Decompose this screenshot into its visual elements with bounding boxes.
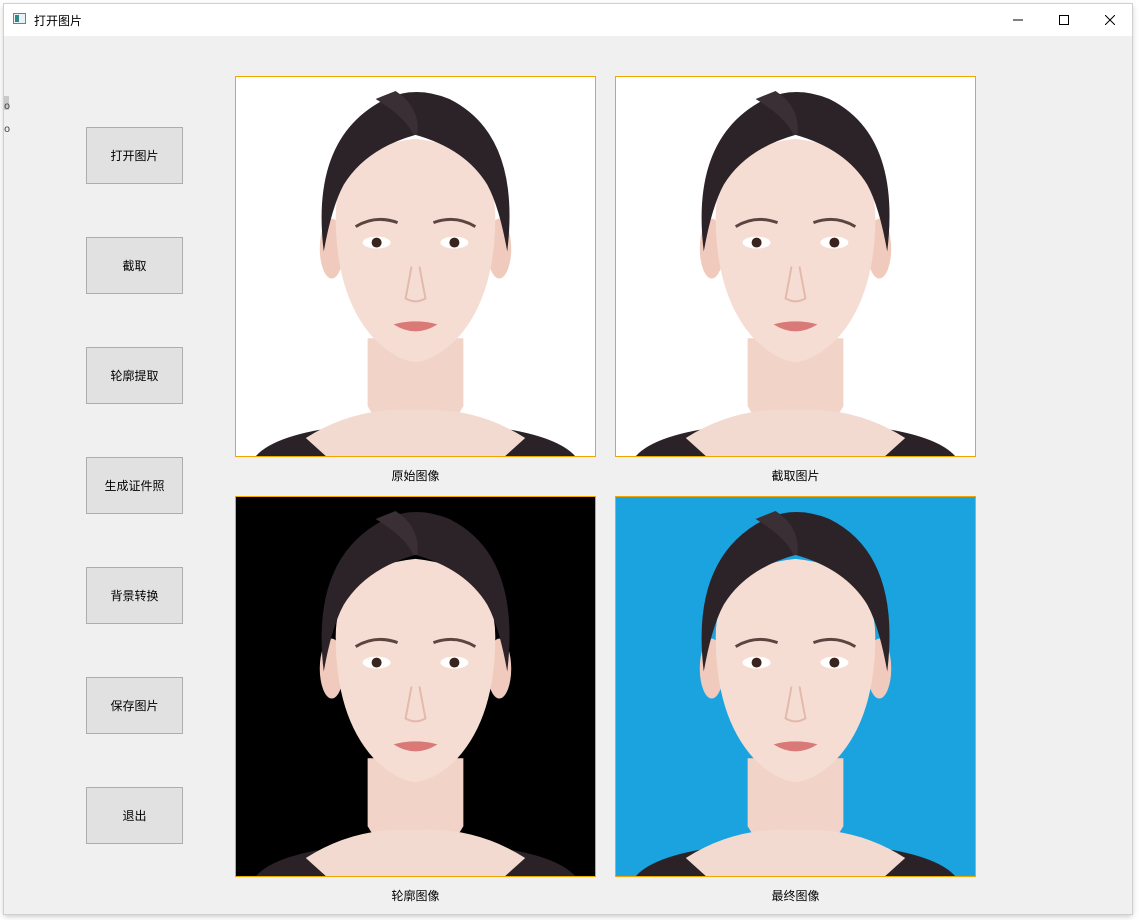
minimize-button[interactable]	[995, 4, 1041, 36]
window-title: 打开图片	[34, 14, 83, 28]
maximize-button[interactable]	[1041, 4, 1087, 36]
close-icon	[1105, 15, 1115, 25]
save-image-button[interactable]: 保存图片	[86, 677, 183, 734]
edge-fragment: o	[4, 101, 11, 112]
close-button[interactable]	[1087, 4, 1133, 36]
title-bar[interactable]: 打开图片	[4, 4, 1132, 36]
cropped-image-caption: 截取图片	[771, 469, 820, 483]
contour-image-panel	[235, 496, 596, 877]
final-image-caption: 最终图像	[771, 889, 820, 903]
open-image-button[interactable]: 打开图片	[86, 127, 183, 184]
contour-image-caption: 轮廓图像	[391, 889, 440, 903]
main-window: 打开图片 o o 打开图片 截取 轮廓提取 生成证件照 背景转换 保存图片 退出…	[4, 4, 1132, 914]
app-icon	[13, 13, 26, 24]
original-image-panel	[235, 76, 596, 457]
portrait-final	[616, 497, 975, 876]
generate-id-photo-button[interactable]: 生成证件照	[86, 457, 183, 514]
cropped-image-panel	[615, 76, 976, 457]
edge-fragment: o	[4, 124, 11, 135]
original-image-caption: 原始图像	[391, 469, 440, 483]
exit-button[interactable]: 退出	[86, 787, 183, 844]
minimize-icon	[1013, 19, 1023, 21]
maximize-icon	[1059, 15, 1069, 25]
background-convert-button[interactable]: 背景转换	[86, 567, 183, 624]
portrait-contour	[236, 497, 595, 876]
final-image-panel	[615, 496, 976, 877]
contour-extract-button[interactable]: 轮廓提取	[86, 347, 183, 404]
portrait-cropped	[616, 77, 975, 456]
crop-button[interactable]: 截取	[86, 237, 183, 294]
portrait-original	[236, 77, 595, 456]
